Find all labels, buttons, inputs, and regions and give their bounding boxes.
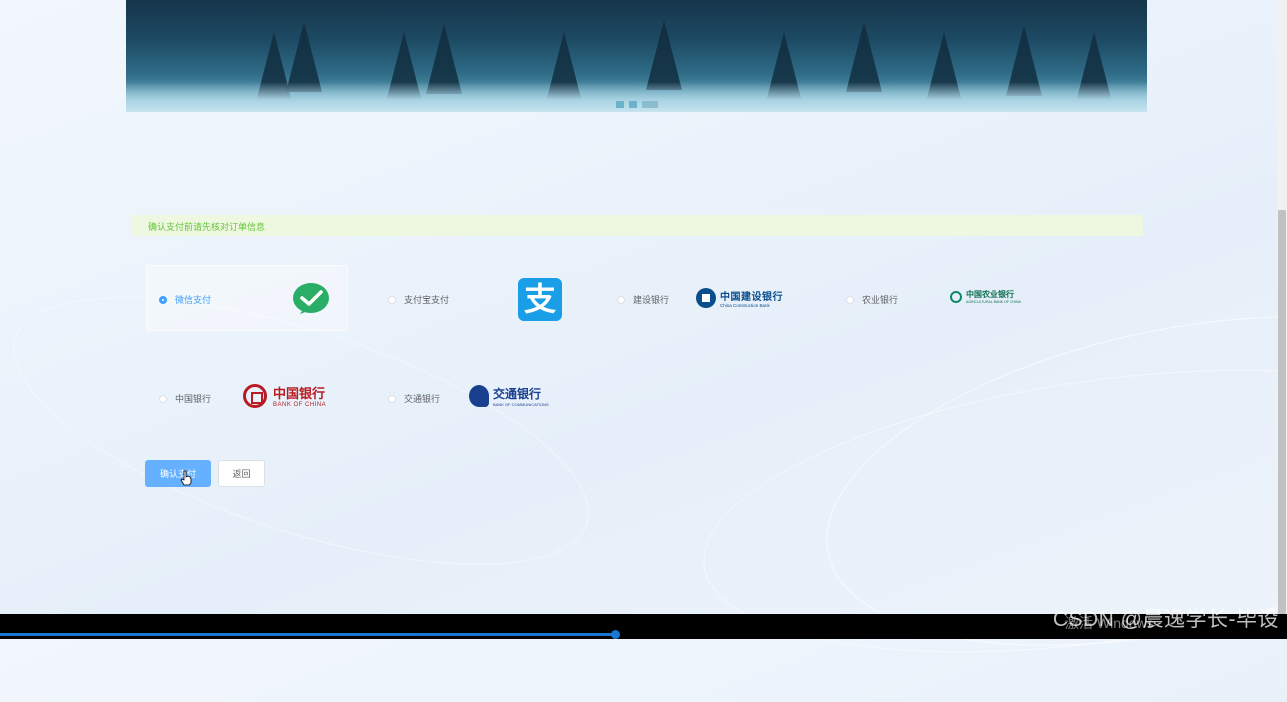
video-progress-bar[interactable] (0, 633, 616, 636)
carousel-indicators (616, 101, 658, 109)
scrollbar-thumb[interactable] (1278, 210, 1286, 614)
background-swirl (685, 325, 1287, 697)
ccb-logo: 中国建设银行 China Construction Bank (696, 288, 783, 308)
carousel-dot[interactable] (629, 101, 637, 108)
abc-name-cn: 中国农业银行 (966, 289, 1014, 299)
boc-name-cn: 中国银行 (273, 387, 326, 402)
bocom-name-en: BANK OF COMMUNICATIONS (493, 402, 549, 407)
option-label: 建设银行 (633, 295, 670, 305)
hand-cursor-icon (180, 470, 192, 486)
payment-option-ccb[interactable]: 建设银行 (617, 293, 669, 306)
radio-unchecked[interactable] (617, 295, 625, 304)
payment-option-abc[interactable]: 农业银行 (846, 293, 898, 306)
radio-unchecked[interactable] (388, 394, 396, 403)
carousel-banner (126, 0, 1147, 112)
option-label: 支付宝支付 (404, 295, 450, 305)
boc-name-en: BANK OF CHINA (273, 402, 327, 408)
wechat-icon (293, 283, 329, 314)
radio-unchecked[interactable] (388, 295, 396, 304)
option-label: 中国银行 (175, 394, 212, 404)
abc-mark-icon (950, 290, 962, 303)
abc-logo: 中国农业银行 AGRICULTURAL BANK OF CHINA (950, 289, 1021, 304)
bocom-logo: 交通银行 BANK OF COMMUNICATIONS (469, 385, 549, 407)
confirm-payment-button[interactable]: 确认支付 (145, 460, 211, 487)
radio-unchecked[interactable] (159, 394, 167, 403)
ccb-mark-icon (696, 288, 716, 308)
tree-shape (646, 20, 682, 90)
payment-option-boc[interactable]: 中国银行 (159, 392, 211, 405)
alipay-icon: 支 (518, 278, 562, 321)
option-label: 交通银行 (404, 394, 441, 404)
ccb-name-en: China Construction Bank (720, 303, 770, 308)
payment-option-alipay[interactable]: 支付宝支付 (388, 293, 449, 306)
csdn-watermark: CSDN @晨逸学长-毕设 (1052, 608, 1279, 631)
alert-text: 确认支付前请先核对订单信息 (148, 222, 266, 232)
payment-option-bocom[interactable]: 交通银行 (388, 392, 440, 405)
payment-option-wechat[interactable]: 微信支付 (159, 293, 211, 306)
carousel-dot-active[interactable] (642, 101, 658, 108)
radio-unchecked[interactable] (846, 295, 854, 304)
video-progress-knob[interactable] (611, 630, 620, 639)
bocom-name-cn: 交通银行 (493, 387, 542, 401)
boc-logo: 中国银行 BANK OF CHINA (243, 383, 326, 408)
option-label: 农业银行 (862, 295, 899, 305)
ccb-name-cn: 中国建设银行 (720, 292, 783, 303)
radio-checked[interactable] (159, 295, 167, 304)
back-button[interactable]: 返回 (218, 460, 265, 487)
option-label: 微信支付 (175, 295, 212, 305)
carousel-dot[interactable] (616, 101, 624, 108)
abc-name-en: AGRICULTURAL BANK OF CHINA (966, 300, 1021, 304)
order-check-alert: 确认支付前请先核对订单信息 (131, 215, 1143, 236)
boc-mark-icon (243, 383, 267, 408)
bocom-mark-icon (469, 385, 489, 407)
